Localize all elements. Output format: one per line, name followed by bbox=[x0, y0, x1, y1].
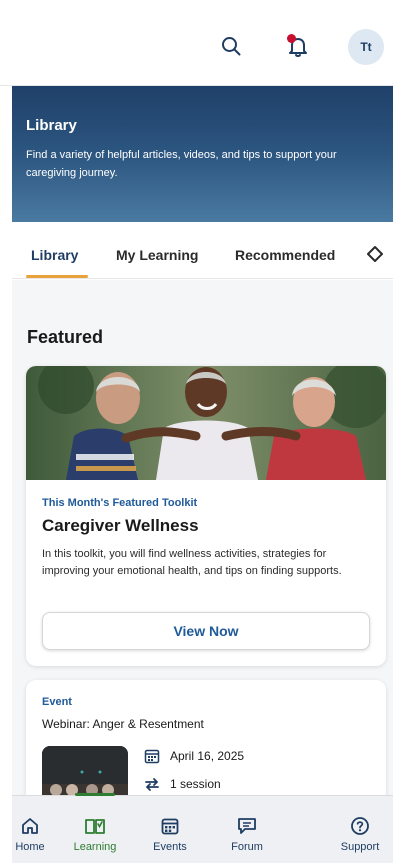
avatar[interactable]: Tt bbox=[348, 29, 384, 65]
event-card[interactable]: Event Webinar: Anger & Resentment April … bbox=[26, 680, 386, 795]
featured-title: Caregiver Wellness bbox=[42, 516, 199, 535]
nav-forum[interactable]: Forum bbox=[217, 796, 277, 863]
view-now-button[interactable]: View Now bbox=[42, 612, 370, 650]
nav-learning[interactable]: Learning bbox=[65, 793, 125, 863]
event-thumbnail bbox=[42, 746, 128, 795]
notification-dot bbox=[287, 34, 296, 43]
nav-events-label: Events bbox=[153, 841, 187, 853]
featured-kicker: This Month's Featured Toolkit bbox=[42, 497, 198, 509]
chevron-right-icon bbox=[367, 246, 383, 262]
nav-home-label: Home bbox=[15, 841, 45, 853]
nav-learning-label: Learning bbox=[73, 841, 117, 853]
calendar-icon bbox=[161, 818, 179, 835]
nav-support-label: Support bbox=[340, 841, 380, 853]
nav-forum-label: Forum bbox=[231, 841, 263, 853]
active-tab-indicator bbox=[26, 275, 88, 278]
tab-recommended[interactable]: Recommended bbox=[235, 247, 335, 263]
bottom-navigation: Home Learning Events Forum Support bbox=[12, 793, 393, 863]
featured-description: In this toolkit, you will find wellness … bbox=[42, 548, 342, 577]
top-bar: Tt bbox=[0, 0, 393, 86]
main-content[interactable]: Featured This Month's Featured Toolkit C… bbox=[12, 280, 393, 795]
search-button[interactable] bbox=[215, 30, 247, 62]
page-header-banner: Library Find a variety of helpful articl… bbox=[12, 86, 393, 222]
featured-section-title: Featured bbox=[27, 327, 104, 347]
event-sessions-row: 1 session bbox=[144, 776, 221, 792]
featured-toolkit-card[interactable]: This Month's Featured Toolkit Caregiver … bbox=[26, 366, 386, 666]
event-date-row: April 16, 2025 bbox=[144, 748, 244, 764]
nav-active-indicator bbox=[75, 793, 115, 796]
event-date: April 16, 2025 bbox=[170, 749, 245, 763]
event-thumbnail-image bbox=[42, 746, 128, 795]
home-icon bbox=[22, 818, 38, 834]
notifications-button[interactable] bbox=[282, 30, 314, 62]
chat-icon bbox=[238, 818, 256, 834]
event-title: Webinar: Anger & Resentment bbox=[42, 717, 204, 731]
repeat-icon bbox=[145, 778, 159, 791]
event-kicker: Event bbox=[42, 696, 72, 708]
book-icon bbox=[85, 819, 105, 834]
search-icon bbox=[222, 37, 241, 56]
tab-library[interactable]: Library bbox=[31, 247, 78, 263]
help-icon bbox=[351, 817, 369, 835]
nav-events[interactable]: Events bbox=[140, 796, 200, 863]
page-description: Find a variety of helpful articles, vide… bbox=[26, 149, 337, 179]
nav-home[interactable]: Home bbox=[0, 796, 60, 863]
page-title: Library bbox=[26, 117, 77, 134]
calendar-icon bbox=[144, 749, 160, 764]
tabs-scroll-button[interactable] bbox=[366, 245, 384, 266]
tab-bar: Library My Learning Recommended bbox=[12, 222, 393, 279]
featured-photo bbox=[26, 366, 386, 480]
nav-support[interactable]: Support bbox=[330, 796, 390, 863]
tab-my-learning[interactable]: My Learning bbox=[116, 247, 198, 263]
event-sessions: 1 session bbox=[170, 777, 221, 791]
